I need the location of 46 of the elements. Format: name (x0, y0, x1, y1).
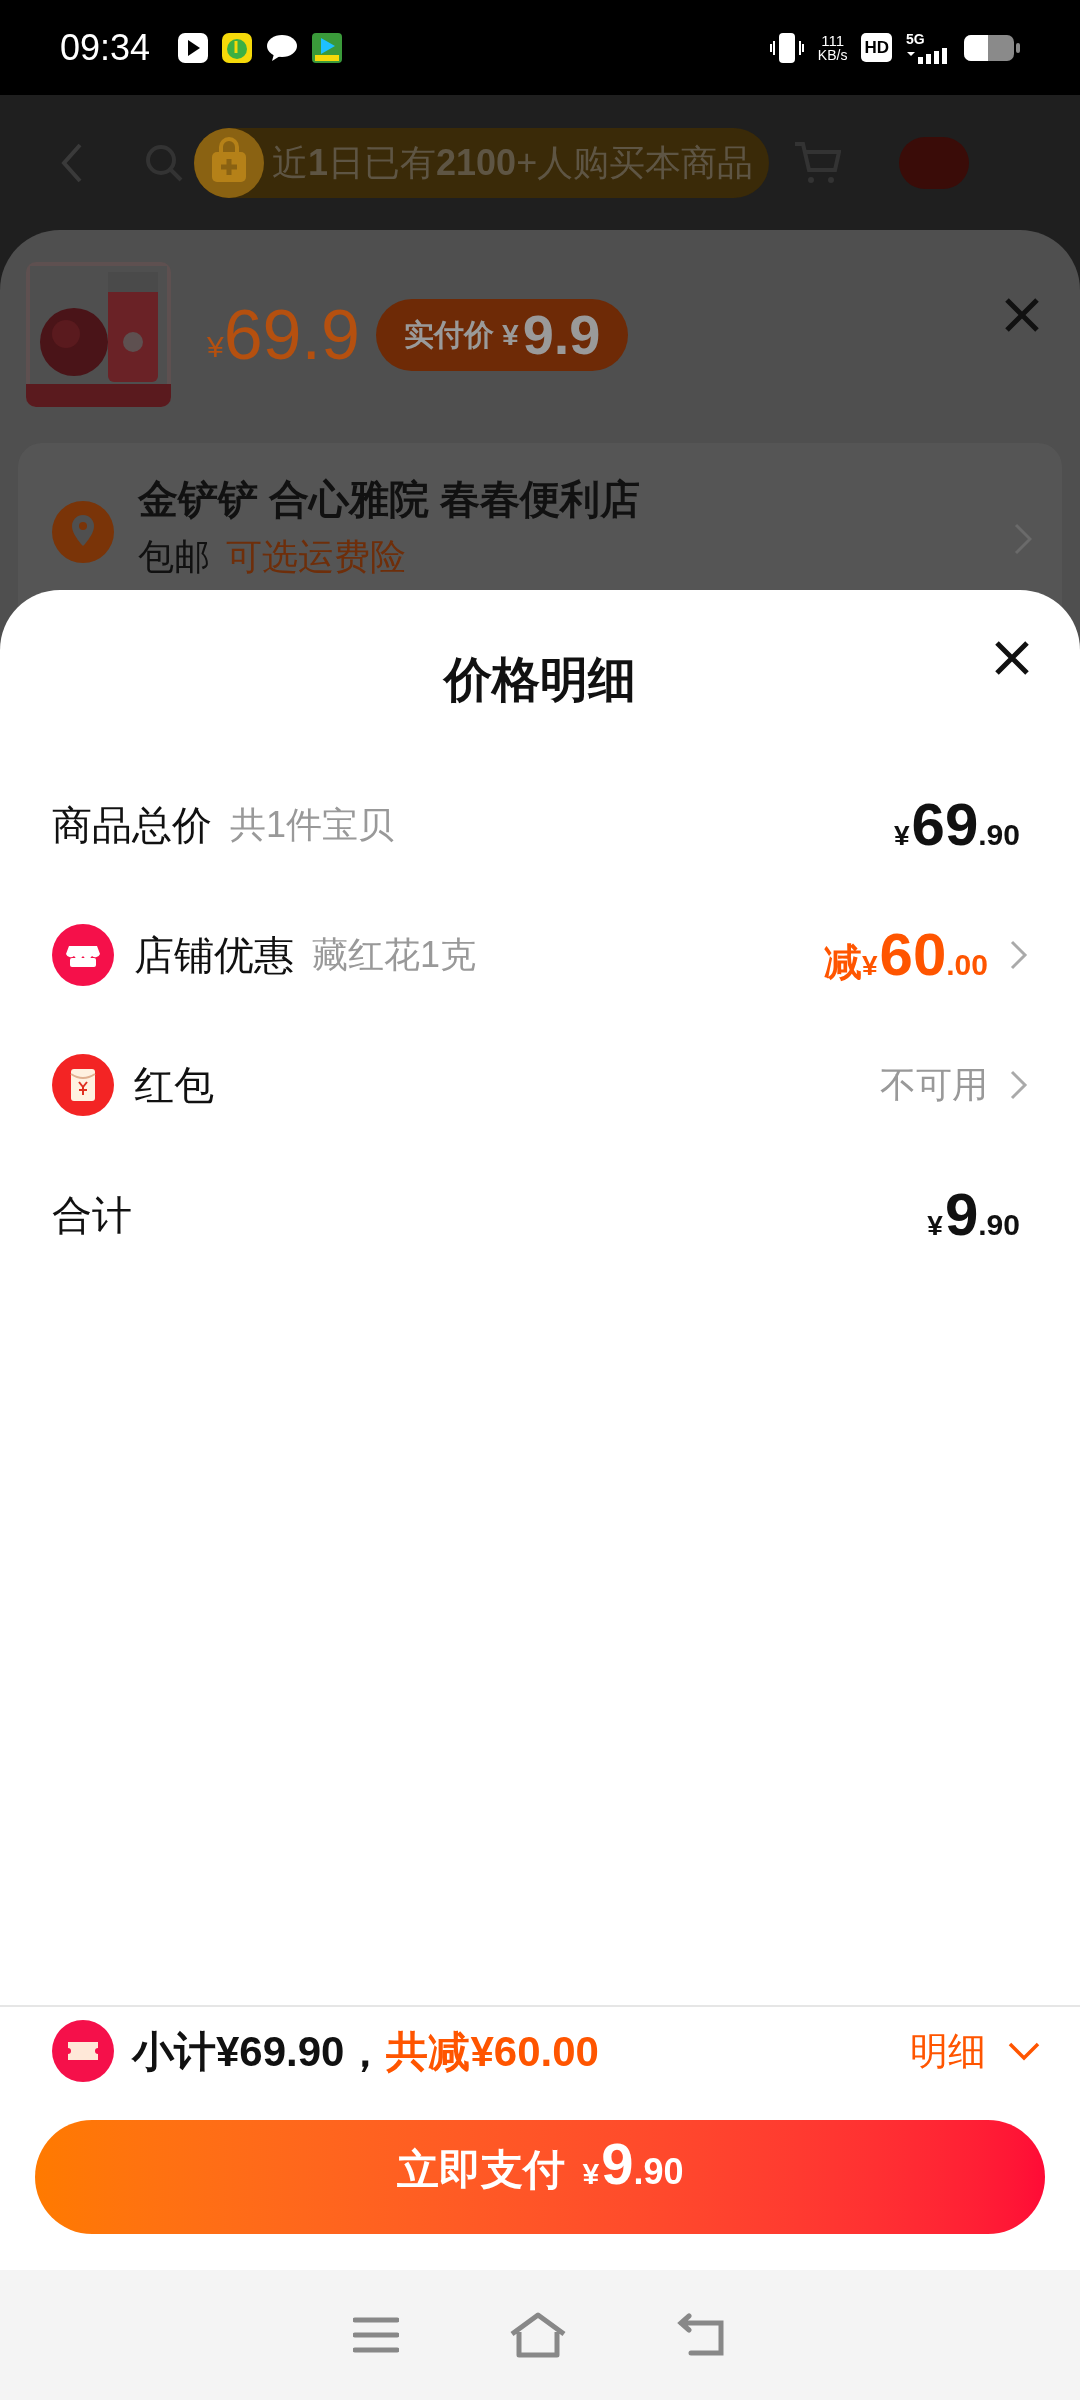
vibrate-icon (769, 30, 804, 65)
chat-bubble-icon (266, 33, 299, 62)
total-saving-text: 共减¥60.00 (386, 2026, 599, 2077)
price: 69.9 (223, 299, 360, 370)
purchase-count-text: 近1日已有2100+人购买本商品 (272, 140, 754, 185)
row-label: 商品总价 (52, 802, 212, 849)
amount-text: ¥9.90 (927, 1180, 1020, 1250)
chevron-right-icon (1010, 940, 1028, 970)
network-type: 5G (906, 31, 926, 46)
row-label: 红包 (134, 1062, 214, 1109)
video-app-icon (178, 32, 209, 63)
location-pin-icon (52, 501, 114, 563)
row-note: 藏红花1克 (312, 933, 477, 977)
hd-badge: HD (861, 32, 892, 63)
chevron-right-icon (1010, 1070, 1028, 1100)
envelope-icon (52, 1054, 114, 1116)
close-icon[interactable] (994, 640, 1030, 676)
shopping-bag-icon (194, 127, 264, 198)
actual-price-badge: 实付价 ¥9.9 (375, 298, 629, 371)
menu-icon[interactable] (353, 2316, 399, 2354)
amount-text: 减¥60.00 (823, 920, 988, 990)
chevron-down-icon (1008, 2041, 1040, 2061)
pay-now-button[interactable]: 立即支付 ¥9.90 (35, 2120, 1045, 2234)
clock: 09:34 (60, 25, 151, 70)
subtotal-text: 小计¥69.90， (132, 2026, 387, 2077)
shipping-label: 包邮 (138, 535, 210, 579)
back-icon[interactable] (60, 142, 84, 183)
ticket-icon (52, 2020, 114, 2082)
video-app-icon (312, 32, 343, 63)
music-app-icon (222, 32, 253, 63)
address-text: 金铲铲 合心雅院 春春便利店 (138, 476, 642, 523)
status-text: 不可用 (880, 1063, 988, 1107)
details-toggle[interactable]: 明细 (910, 2022, 1040, 2080)
back-icon[interactable] (677, 2313, 727, 2357)
currency-symbol: ¥ (207, 330, 224, 365)
speed-unit: KB/s (817, 48, 848, 62)
battery-icon (964, 32, 1020, 63)
amount-text: ¥69.90 (893, 790, 1020, 860)
row-label: 店铺优惠 (134, 932, 294, 979)
row-note: 共1件宝贝 (230, 803, 395, 847)
network-speed: 111 (821, 33, 845, 48)
sheet-title: 价格明细 (444, 652, 636, 708)
shop-icon (52, 924, 114, 986)
row-label: 合计 (52, 1192, 132, 1239)
signal-icon (906, 45, 950, 64)
home-icon[interactable] (509, 2312, 567, 2358)
